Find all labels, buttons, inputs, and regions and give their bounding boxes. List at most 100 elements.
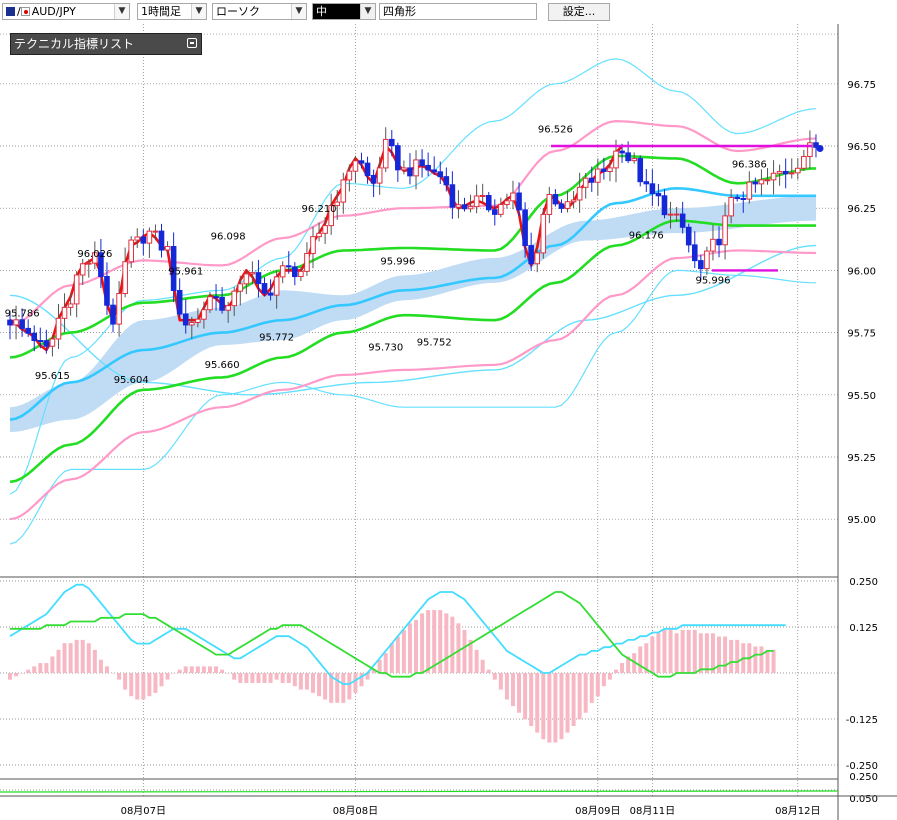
macd-histogram-bar: [189, 666, 194, 673]
candle-body: [225, 305, 231, 311]
macd-histogram-bar: [535, 673, 540, 733]
x-tick-label: 08月12日: [775, 805, 820, 817]
candle-body: [158, 230, 165, 251]
candle-body: [140, 236, 147, 244]
y-axis: 96.75 96.50 96.25 96.00 95.75 95.50 95.25 95.00: [847, 80, 876, 526]
macd-histogram-bar: [153, 673, 158, 693]
macd-histogram-bar: [638, 646, 643, 673]
timeframe-select[interactable]: 1時間足 ▼: [137, 3, 207, 20]
macd-histogram-bar: [504, 673, 509, 700]
candle-body: [49, 338, 56, 347]
candle-body: [273, 276, 280, 296]
macd-histogram-bar: [262, 673, 267, 683]
macd-histogram-bar: [335, 673, 340, 703]
candle-body: [788, 172, 795, 175]
macd-histogram-bar: [698, 633, 703, 673]
price-annotation: 96.026: [77, 249, 112, 260]
macd-panel: 0.2500.125-0.125-0.2500.2500.050: [0, 576, 878, 805]
current-price-marker: [816, 144, 824, 152]
candle-body: [310, 236, 316, 254]
candle-body: [722, 215, 728, 246]
chart-style-select[interactable]: ローソク ▼: [212, 3, 307, 20]
macd-histogram-bar: [480, 659, 485, 673]
macd-histogram-bar: [583, 673, 588, 713]
y-tick-label: 95.00: [847, 515, 876, 526]
candle-body: [685, 226, 692, 246]
candle-body: [13, 319, 19, 326]
candle-body: [43, 340, 50, 347]
macd-histogram-bar: [723, 636, 728, 673]
candle-body: [382, 138, 389, 169]
candle-body: [376, 167, 383, 184]
candle-body: [552, 194, 559, 205]
macd-histogram-bar: [571, 673, 576, 726]
candle-body: [655, 193, 662, 197]
candle-body: [613, 150, 619, 169]
candle-body: [467, 206, 474, 210]
macd-histogram-bar: [620, 663, 625, 673]
candle-body: [625, 152, 631, 162]
indicator-list-panel[interactable]: テクニカル指標リスト: [10, 33, 202, 55]
candle-body: [540, 213, 547, 254]
macd-histogram-bar: [589, 673, 594, 703]
macd-histogram-bar: [50, 656, 55, 673]
line-width-select[interactable]: 中 ▼: [312, 3, 376, 20]
macd-histogram-bar: [14, 673, 19, 677]
macd-histogram-bar: [171, 673, 176, 674]
indicator-list-label: テクニカル指標リスト: [14, 37, 135, 51]
price-annotation: 95.996: [695, 275, 730, 286]
candle-body: [189, 321, 195, 326]
macd-histogram-bar: [201, 666, 206, 673]
macd-histogram-bar: [420, 613, 425, 673]
symbol-select[interactable]: / AUD/JPY ▼: [2, 3, 130, 20]
candle-body: [752, 181, 759, 185]
au-flag-icon: [6, 7, 15, 16]
indicator-lines: [9, 58, 817, 545]
candle-body: [631, 158, 637, 162]
macd-histogram-bar: [238, 673, 243, 683]
x-tick-label: 08月09日: [575, 805, 620, 817]
macd-histogram-bar: [407, 623, 412, 673]
candle-body: [61, 306, 68, 319]
price-annotation: 95.615: [35, 371, 70, 382]
price-annotation: 96.386: [732, 159, 767, 170]
candle-body: [267, 292, 274, 296]
candle-body: [758, 179, 765, 185]
drawing-tool-field[interactable]: 四角形: [379, 3, 537, 20]
x-tick-label: 08月11日: [630, 805, 675, 817]
candle-body: [734, 197, 741, 200]
macd-histogram-bar: [104, 666, 109, 673]
macd-histogram-bar: [56, 649, 61, 673]
price-annotation: 95.604: [114, 375, 149, 386]
candle-body: [201, 309, 207, 320]
toolbar: / AUD/JPY ▼ 1時間足 ▼ ローソク ▼ 中 ▼ 四角形 設定...: [0, 0, 897, 24]
cloud-area: [10, 195, 816, 433]
macd-tick-label: 0.125: [849, 623, 878, 634]
candle-body: [588, 177, 595, 183]
candle-body: [122, 261, 128, 295]
candle-body: [516, 192, 522, 211]
macd-histogram-bar: [759, 646, 764, 673]
macd-histogram-bar: [668, 629, 673, 673]
macd-histogram-bar: [462, 629, 467, 673]
candle-body: [764, 179, 771, 182]
macd-histogram-bar: [117, 673, 122, 680]
macd-histogram-bar: [32, 666, 37, 673]
minimize-icon[interactable]: [187, 38, 197, 48]
candle-body: [443, 176, 450, 186]
settings-button[interactable]: 設定...: [548, 3, 610, 21]
line-width-value: 中: [316, 5, 327, 18]
candle-body: [19, 319, 25, 329]
price-chart[interactable]: 95.786 95.615 96.026 95.604 95.961 96.098 95.6…: [0, 24, 897, 820]
macd-histogram-bar: [547, 673, 552, 743]
candle-body: [340, 179, 347, 203]
candle-body: [237, 283, 244, 292]
chart-style-value: ローソク: [216, 5, 260, 18]
candle-body: [255, 272, 262, 285]
candle-body: [449, 184, 456, 208]
macd-histogram-bar: [80, 639, 85, 673]
candle-body: [461, 204, 468, 210]
x-axis: 08月07日 08月08日 08月09日 08月11日 08月12日: [0, 795, 897, 817]
macd-histogram-bar: [704, 633, 709, 673]
candle-body: [316, 232, 322, 238]
